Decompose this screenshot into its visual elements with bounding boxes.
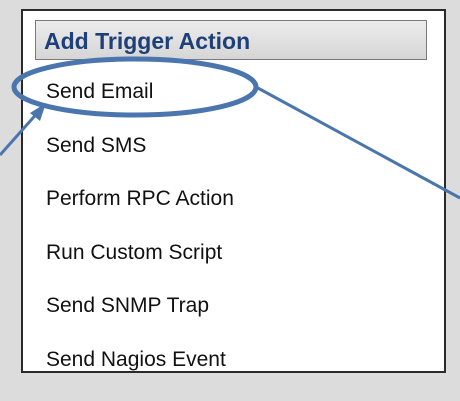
screenshot-stage: Add Trigger Action Send Email Send SMS P… xyxy=(0,0,460,401)
action-send-sms[interactable]: Send SMS xyxy=(46,119,426,173)
add-trigger-action-panel: Add Trigger Action Send Email Send SMS P… xyxy=(21,9,446,373)
action-run-custom-script[interactable]: Run Custom Script xyxy=(46,226,426,280)
panel-title: Add Trigger Action xyxy=(44,28,251,54)
action-list: Send Email Send SMS Perform RPC Action R… xyxy=(46,65,426,386)
action-perform-rpc[interactable]: Perform RPC Action xyxy=(46,172,426,226)
action-send-nagios-event[interactable]: Send Nagios Event xyxy=(46,333,426,387)
action-send-snmp-trap[interactable]: Send SNMP Trap xyxy=(46,279,426,333)
panel-header: Add Trigger Action xyxy=(35,20,427,60)
action-send-email[interactable]: Send Email xyxy=(46,65,426,119)
